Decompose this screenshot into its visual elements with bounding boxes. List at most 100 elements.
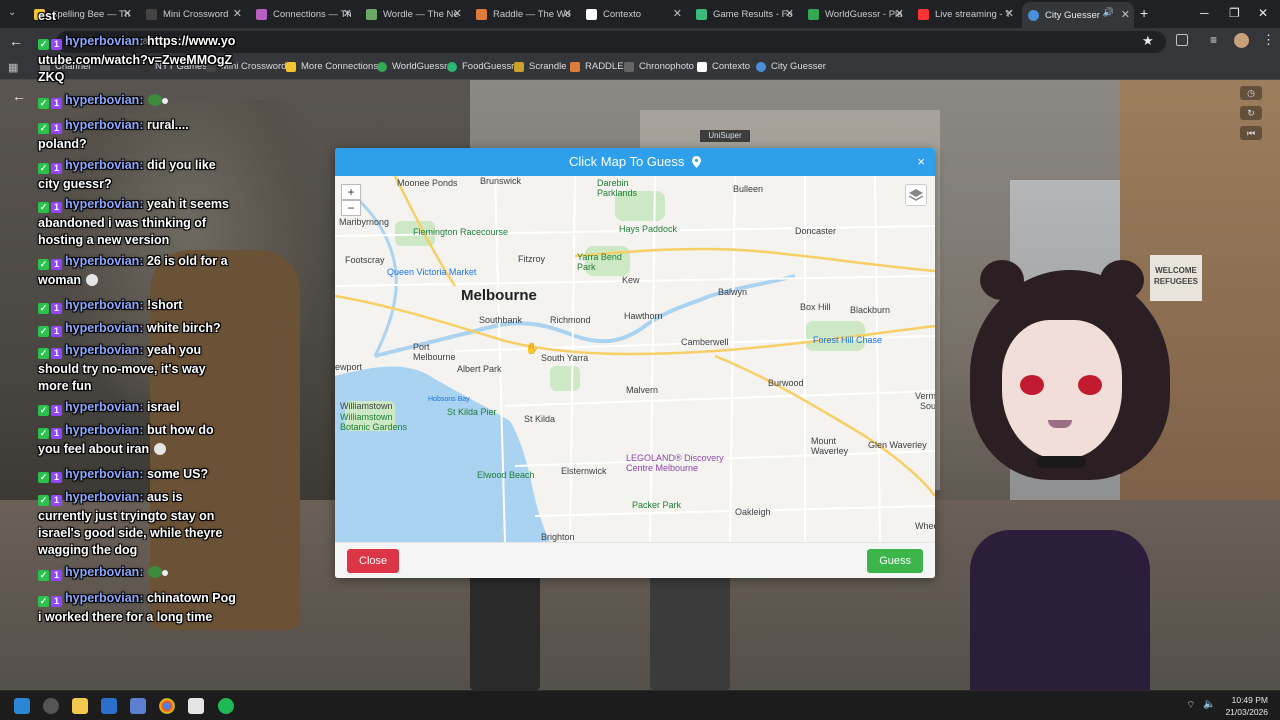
- chat-username: hyperbovian:: [65, 343, 144, 357]
- map-label: Fitzroy: [518, 254, 545, 264]
- photos-app-icon[interactable]: [101, 698, 117, 714]
- bookmark-chronophoto[interactable]: Chronophoto: [624, 61, 694, 72]
- hand-cursor-icon: ✋: [525, 343, 539, 355]
- check-badge-icon: ✓: [38, 202, 49, 213]
- new-tab-button[interactable]: +: [1140, 5, 1148, 21]
- guess-button[interactable]: Guess: [867, 549, 923, 573]
- system-clock[interactable]: 10:49 PM 21/03/2026: [1225, 694, 1268, 718]
- map-label: Oakleigh: [735, 507, 771, 517]
- guess-map[interactable]: Moonee Ponds Brunswick Darebin Parklands…: [335, 176, 935, 542]
- more-menu-icon[interactable]: ⋮: [1262, 32, 1275, 48]
- close-window-icon[interactable]: ✕: [1258, 6, 1268, 20]
- bookmark-more-connections[interactable]: More Connections: [286, 61, 378, 72]
- zoom-in-button[interactable]: +: [341, 184, 361, 200]
- modal-header: Click Map To Guess ×: [335, 148, 935, 176]
- bookmark-worldguessr[interactable]: WorldGuessr: [377, 61, 447, 72]
- modal-close-icon[interactable]: ×: [917, 148, 925, 176]
- media-control-icon[interactable]: ≡: [1210, 33, 1217, 47]
- modal-footer: Close Guess: [335, 542, 935, 578]
- bookmark-raddle[interactable]: RADDLE: [570, 61, 624, 72]
- tier-badge-icon: 1: [51, 405, 62, 416]
- tab-close-icon[interactable]: ✕: [895, 7, 904, 20]
- tab-live-streaming[interactable]: Live streaming - Y ✕: [912, 4, 1018, 24]
- chat-message: ✓ 1 hyperbovian: some US?: [38, 466, 238, 485]
- tab-close-icon[interactable]: ✕: [1005, 7, 1014, 20]
- chat-message: ✓ 1 hyperbovian: chinatown Pog i worked th…: [38, 590, 238, 626]
- modal-title: Click Map To Guess: [569, 154, 685, 169]
- map-label: Blackburn: [850, 305, 891, 315]
- extensions-icon[interactable]: [1176, 34, 1188, 46]
- guess-modal: Click Map To Guess × Moonee Ponds Brunsw…: [335, 148, 935, 578]
- ghost-emote-icon: [85, 273, 107, 287]
- check-badge-icon: ✓: [38, 163, 49, 174]
- close-button[interactable]: Close: [347, 549, 400, 573]
- bookmark-label: City Guesser: [771, 61, 826, 72]
- windows-start-icon[interactable]: [14, 698, 30, 714]
- bookmark-contexto[interactable]: Contexto: [697, 61, 750, 72]
- map-label: South Yarra: [541, 353, 589, 363]
- speaker-icon[interactable]: 🔊: [1103, 7, 1114, 18]
- file-explorer-icon[interactable]: [72, 698, 88, 714]
- chat-badges: ✓ 1: [38, 94, 62, 111]
- bookmark-foodguessr[interactable]: FoodGuessr: [447, 61, 514, 72]
- tab-close-icon[interactable]: ✕: [673, 7, 682, 20]
- tab-close-icon[interactable]: ✕: [785, 7, 794, 20]
- tab-wordle[interactable]: Wordle — The Ne ✕: [360, 4, 466, 24]
- zoom-out-button[interactable]: −: [341, 200, 361, 216]
- check-badge-icon: ✓: [38, 495, 49, 506]
- check-badge-icon: ✓: [38, 123, 49, 134]
- tier-badge-icon: 1: [51, 596, 62, 607]
- vtube-app-icon[interactable]: [130, 698, 146, 714]
- volume-icon[interactable]: 🔈: [1203, 699, 1215, 710]
- return-start-icon[interactable]: ⏮: [1240, 126, 1262, 140]
- tab-game-results[interactable]: Game Results - Fo ✕: [690, 4, 798, 24]
- tab-close-icon[interactable]: ✕: [343, 7, 352, 20]
- map-label: ewport: [335, 362, 363, 372]
- avatar-choker: [1036, 456, 1086, 468]
- bookmark-scrandle[interactable]: Scrandle: [514, 61, 567, 72]
- tab-city-guesser[interactable]: City Guesser 🔊 ✕: [1022, 2, 1134, 28]
- settings-app-icon[interactable]: [43, 698, 59, 714]
- tab-contexto[interactable]: Contexto ✕: [580, 4, 686, 24]
- check-badge-icon: ✓: [38, 428, 49, 439]
- timer-icon[interactable]: ◷: [1240, 86, 1262, 100]
- chat-badges: ✓ 1: [38, 159, 62, 176]
- map-label: Richmond: [550, 315, 591, 325]
- refresh-icon[interactable]: ↻: [1240, 106, 1262, 120]
- chronophoto-icon: [624, 61, 634, 72]
- minimize-icon[interactable]: ─: [1200, 6, 1209, 20]
- tier-badge-icon: 1: [51, 123, 62, 134]
- chat-message: ✓ 1 hyperbovian: yeah it seems abandoned i…: [38, 196, 238, 249]
- chat-badges: ✓ 1: [38, 299, 62, 316]
- chat-message: ✓ 1 hyperbovian: aus is currently just try…: [38, 489, 238, 559]
- pepe-emote-icon: [147, 565, 169, 579]
- maximize-icon[interactable]: ❐: [1229, 6, 1240, 20]
- chat-fragment: est: [38, 9, 57, 23]
- profile-avatar[interactable]: [1234, 33, 1249, 48]
- tab-worldguessr[interactable]: WorldGuessr - Pla ✕: [802, 4, 908, 24]
- highway-m3: [714, 354, 935, 497]
- avatar-hair-bun-right: [1100, 260, 1144, 300]
- tab-connections[interactable]: Connections — Th ✕: [250, 4, 356, 24]
- check-badge-icon: ✓: [38, 98, 49, 109]
- bookmark-star-icon[interactable]: ★: [1142, 33, 1154, 49]
- tab-raddle[interactable]: Raddle — The Wo ✕: [470, 4, 576, 24]
- avatar-face: [1002, 320, 1122, 460]
- worldguessr-favicon-icon: [808, 8, 819, 20]
- tab-close-icon[interactable]: ✕: [563, 7, 572, 20]
- tab-close-icon[interactable]: ✕: [1121, 8, 1130, 21]
- layers-icon[interactable]: [905, 184, 927, 206]
- map-label: Brunswick: [480, 176, 522, 186]
- chrome-icon[interactable]: [159, 698, 175, 714]
- check-badge-icon: ✓: [38, 472, 49, 483]
- map-label: Balwyn: [718, 287, 748, 297]
- map-label: Southbank: [479, 315, 523, 325]
- bookmark-city-guesser[interactable]: City Guesser: [756, 61, 826, 72]
- chat-message: ✓ 1 hyperbovian: rural.... poland?: [38, 117, 238, 153]
- chat-badges: ✓ 1: [38, 35, 62, 52]
- chat-badges: ✓ 1: [38, 119, 62, 136]
- obs-app-icon[interactable]: [188, 698, 204, 714]
- wifi-icon[interactable]: ⌔: [1186, 699, 1195, 712]
- tab-close-icon[interactable]: ✕: [453, 7, 462, 20]
- spotify-icon[interactable]: [218, 698, 234, 714]
